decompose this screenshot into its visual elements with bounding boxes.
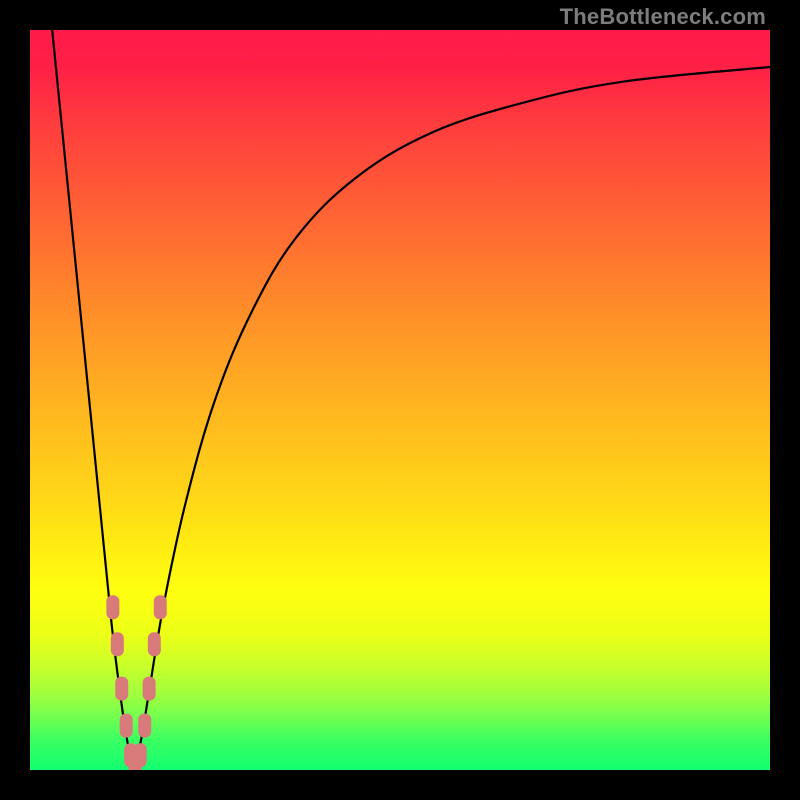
chart-svg (30, 30, 770, 770)
watermark-text: TheBottleneck.com (560, 4, 766, 30)
marker-group (106, 595, 166, 770)
highlight-marker (148, 632, 161, 656)
left-branch-curve (52, 30, 133, 770)
right-branch-curve (134, 67, 770, 770)
highlight-marker (138, 714, 151, 738)
highlight-marker (106, 595, 119, 619)
highlight-marker (143, 677, 156, 701)
highlight-marker (120, 714, 133, 738)
highlight-marker (111, 632, 124, 656)
highlight-marker (115, 677, 128, 701)
highlight-marker (154, 595, 167, 619)
curve-group (52, 30, 770, 770)
chart-frame: TheBottleneck.com (0, 0, 800, 800)
plot-area (30, 30, 770, 770)
highlight-marker (134, 743, 147, 767)
